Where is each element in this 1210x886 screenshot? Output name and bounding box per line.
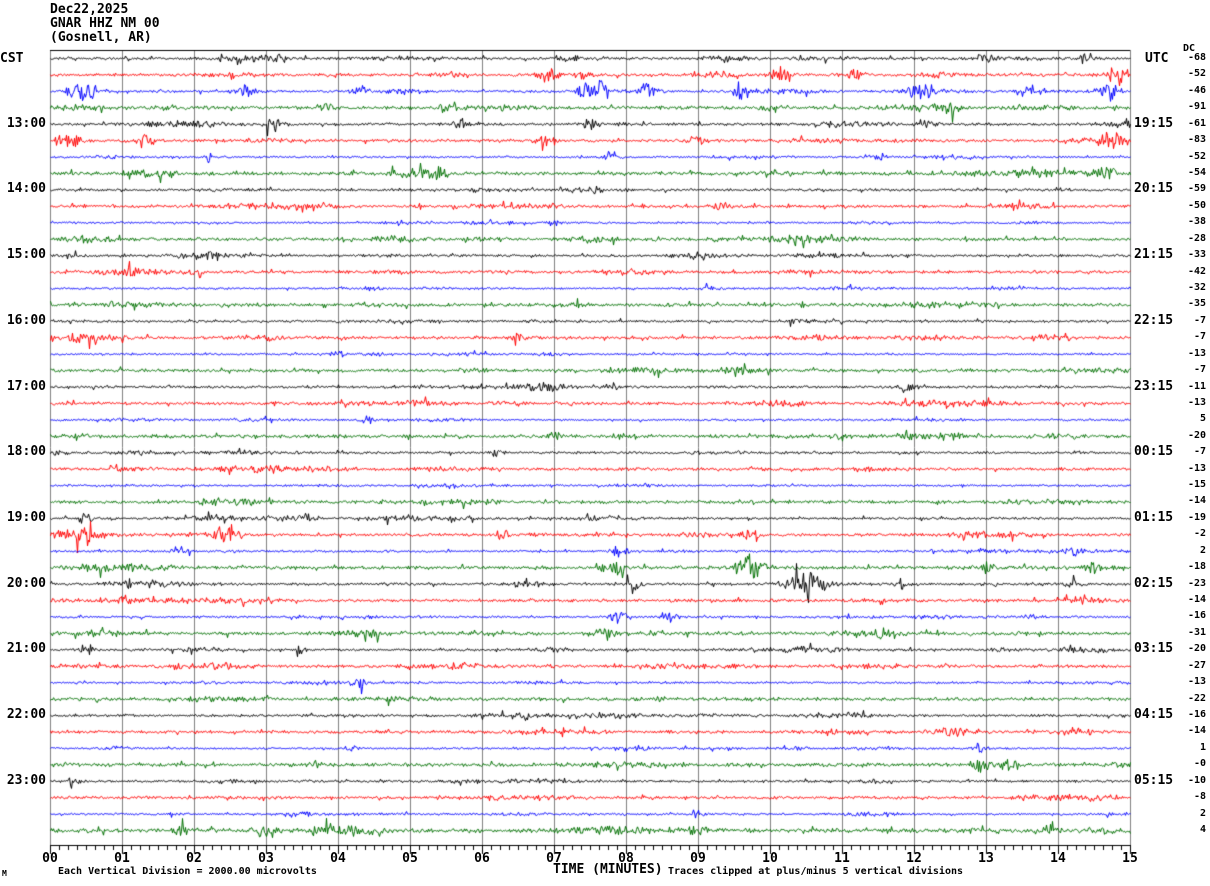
cst-hour-label: 13:00 [6, 116, 46, 131]
dc-offset-value: -35 [1187, 298, 1206, 309]
x-tick-label: 03 [258, 851, 274, 866]
dc-offset-value: -33 [1187, 249, 1206, 260]
dc-offset-value: -7 [1193, 446, 1206, 457]
cst-hour-label: 20:00 [6, 576, 46, 591]
dc-offset-value: -7 [1193, 364, 1206, 375]
x-tick-label: 05 [402, 851, 418, 866]
cst-hour-label: 18:00 [6, 444, 46, 459]
dc-offset-value: -42 [1187, 266, 1206, 277]
cst-hour-label: 21:00 [6, 641, 46, 656]
clip-note: Traces clipped at plus/minus 5 vertical … [668, 866, 964, 877]
dc-offset-value: -31 [1187, 627, 1206, 638]
x-tick-label: 06 [474, 851, 490, 866]
x-tick-label: 00 [42, 851, 58, 866]
station-code: GNAR HHZ NM 00 [50, 16, 160, 31]
x-tick-label: 09 [690, 851, 706, 866]
corner-mark: M [2, 869, 7, 878]
cst-hour-label: 15:00 [6, 247, 46, 262]
dc-offset-value: -13 [1187, 463, 1206, 474]
dc-offset-value: -23 [1187, 578, 1206, 589]
dc-offset-value: 2 [1199, 808, 1206, 819]
x-tick-label: 11 [834, 851, 850, 866]
dc-offset-value: -13 [1187, 348, 1206, 359]
dc-offset-value: -20 [1187, 643, 1206, 654]
x-tick-label: 04 [330, 851, 346, 866]
dc-offset-value: -52 [1187, 68, 1206, 79]
dc-offset-value: -83 [1187, 134, 1206, 145]
dc-offset-value: -16 [1187, 709, 1206, 720]
x-axis-title: TIME (MINUTES) [553, 862, 663, 877]
dc-offset-value: -22 [1187, 693, 1206, 704]
dc-offset-value: -11 [1187, 381, 1206, 392]
cst-hour-label: 19:00 [6, 510, 46, 525]
x-tick-label: 14 [1050, 851, 1066, 866]
dc-offset-value: -2 [1193, 528, 1206, 539]
x-tick-label: 01 [114, 851, 130, 866]
plot-date: Dec22,2025 [50, 2, 129, 17]
dc-offset-value: -27 [1187, 660, 1206, 671]
dc-offset-value: -7 [1193, 315, 1206, 326]
cst-hour-label: 17:00 [6, 379, 46, 394]
seismogram-canvas [0, 0, 1210, 886]
dc-offset-value: 5 [1199, 413, 1206, 424]
dc-offset-value: -7 [1193, 331, 1206, 342]
dc-offset-value: -38 [1187, 216, 1206, 227]
dc-offset-value: -13 [1187, 676, 1206, 687]
dc-offset-value: -13 [1187, 397, 1206, 408]
dc-offset-value: -32 [1187, 282, 1206, 293]
x-tick-label: 12 [906, 851, 922, 866]
x-tick-label: 10 [762, 851, 778, 866]
dc-offset-value: -59 [1187, 183, 1206, 194]
dc-offset-value: -19 [1187, 512, 1206, 523]
dc-offset-value: 1 [1199, 742, 1206, 753]
cst-hour-label: 14:00 [6, 181, 46, 196]
dc-offset-value: -28 [1187, 233, 1206, 244]
left-timezone-label: CST [0, 51, 24, 66]
dc-offset-value: 4 [1199, 824, 1206, 835]
dc-offset-value: -16 [1187, 610, 1206, 621]
dc-offset-value: -14 [1187, 594, 1206, 605]
cst-hour-label: 23:00 [6, 773, 46, 788]
dc-offset-value: -20 [1187, 430, 1206, 441]
webicorder-page: Dec22,2025 GNAR HHZ NM 00 (Gosnell, AR) … [0, 0, 1210, 886]
station-location: (Gosnell, AR) [50, 30, 152, 45]
dc-offset-value: 2 [1199, 545, 1206, 556]
x-tick-label: 13 [978, 851, 994, 866]
x-tick-label: 15 [1122, 851, 1138, 866]
dc-offset-value: -68 [1187, 52, 1206, 63]
dc-offset-value: -10 [1187, 775, 1206, 786]
dc-offset-value: -52 [1187, 151, 1206, 162]
dc-offset-value: -61 [1187, 118, 1206, 129]
scale-note: Each Vertical Division = 2000.00 microvo… [58, 866, 317, 877]
dc-offset-value: -54 [1187, 167, 1206, 178]
dc-offset-value: -14 [1187, 495, 1206, 506]
dc-offset-value: -14 [1187, 725, 1206, 736]
x-tick-label: 02 [186, 851, 202, 866]
cst-hour-label: 16:00 [6, 313, 46, 328]
right-timezone-label: UTC [1145, 51, 1169, 66]
cst-hour-label: 22:00 [6, 707, 46, 722]
dc-offset-value: -18 [1187, 561, 1206, 572]
dc-offset-value: -91 [1187, 101, 1206, 112]
dc-offset-value: -8 [1193, 791, 1206, 802]
dc-offset-value: -50 [1187, 200, 1206, 211]
dc-offset-value: -46 [1187, 85, 1206, 96]
dc-offset-value: -0 [1193, 758, 1206, 769]
dc-offset-value: -15 [1187, 479, 1206, 490]
